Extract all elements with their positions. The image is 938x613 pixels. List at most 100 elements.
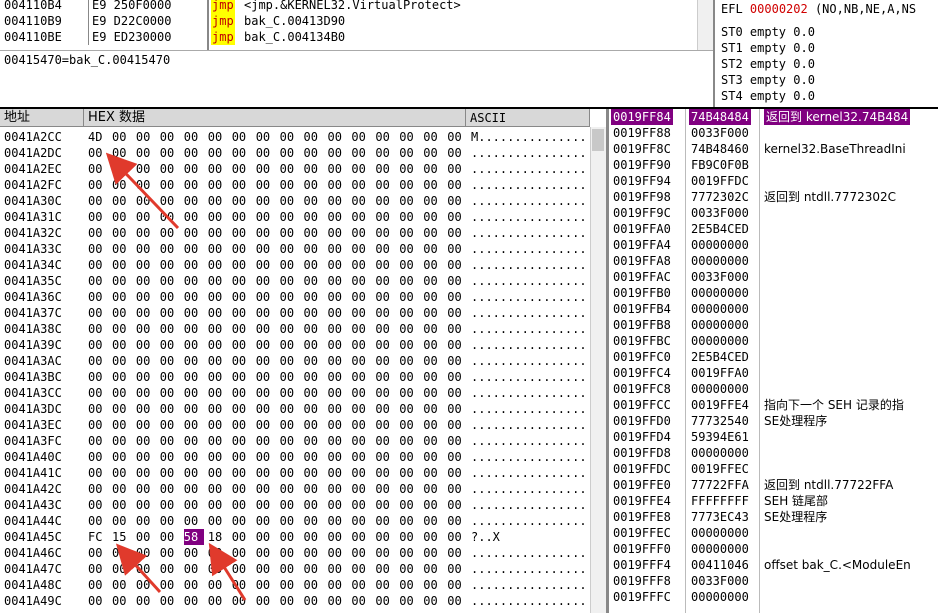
dump-byte[interactable]: 00 [304,449,324,465]
dump-byte[interactable]: 00 [112,145,132,161]
dump-byte[interactable]: 00 [375,161,395,177]
dump-byte[interactable]: 00 [423,481,443,497]
dump-byte[interactable]: 00 [328,577,348,593]
dump-byte[interactable]: 00 [399,577,419,593]
st4-register[interactable]: ST4 empty 0.0 [721,88,815,104]
dump-byte[interactable]: 00 [256,209,276,225]
stack-row[interactable]: 0019FFDC 0019FFEC [609,461,938,477]
dump-byte[interactable]: 00 [208,449,228,465]
dump-byte[interactable]: 00 [423,401,443,417]
dump-byte[interactable]: 00 [232,177,252,193]
dump-byte[interactable]: 00 [351,273,371,289]
stack-row[interactable]: 0019FFC8 00000000 [609,381,938,397]
dump-byte[interactable]: 00 [447,417,467,433]
dump-byte[interactable]: 00 [232,353,252,369]
dump-byte[interactable]: 00 [136,401,156,417]
dump-byte[interactable]: 00 [423,369,443,385]
dump-byte[interactable]: 00 [232,497,252,513]
stack-row[interactable]: 0019FF90 FB9C0F0B [609,157,938,173]
dump-byte[interactable]: 00 [351,337,371,353]
dump-byte[interactable]: 00 [184,273,204,289]
dump-byte[interactable]: 00 [328,353,348,369]
dump-byte[interactable]: 00 [136,561,156,577]
dump-byte[interactable]: 00 [328,145,348,161]
dump-byte[interactable]: 00 [351,289,371,305]
dump-byte[interactable]: 00 [375,241,395,257]
dump-byte[interactable]: 00 [256,401,276,417]
dump-address[interactable]: 0041A36C [4,289,62,305]
dump-byte[interactable]: 00 [351,385,371,401]
dump-byte[interactable]: 00 [88,545,108,561]
dump-byte[interactable]: 00 [208,577,228,593]
dump-byte[interactable]: 00 [399,353,419,369]
dump-scrollbar-thumb[interactable] [592,129,604,151]
dump-byte[interactable]: 00 [232,225,252,241]
dump-row[interactable]: 0041A2FC 00 00 00 00 00 00 00 00 00 00 00 00 00 00 00 00… [0,177,590,193]
dump-byte[interactable]: 00 [304,481,324,497]
dump-byte[interactable]: 00 [184,385,204,401]
dump-byte[interactable]: 00 [136,273,156,289]
stack-row[interactable]: 0019FFB0 00000000 [609,285,938,301]
dump-byte[interactable]: 00 [375,561,395,577]
dump-ascii[interactable]: ................ [471,401,587,417]
dump-byte[interactable]: 00 [160,145,180,161]
dump-byte[interactable]: 00 [184,129,204,145]
dump-byte[interactable]: 00 [160,545,180,561]
dump-byte[interactable]: 00 [232,289,252,305]
dump-byte[interactable]: 00 [112,417,132,433]
dump-byte[interactable]: 00 [328,497,348,513]
dump-byte[interactable]: 00 [160,369,180,385]
st0-register[interactable]: ST0 empty 0.0 [721,24,815,40]
dump-byte[interactable]: 00 [232,337,252,353]
dump-byte[interactable]: 00 [88,577,108,593]
disassembly-scrollbar[interactable] [697,0,714,50]
dump-byte[interactable]: 00 [88,449,108,465]
dump-byte[interactable]: 00 [160,289,180,305]
dump-ascii[interactable]: ................ [471,545,587,561]
disassembly-pane[interactable]: 004110B4 E9 250F0000 jmp <jmp.&KERNEL32.Vir… [0,0,713,50]
dump-ascii[interactable]: ................ [471,449,587,465]
dump-byte[interactable]: 00 [232,561,252,577]
dump-byte[interactable]: 00 [280,385,300,401]
dump-byte[interactable]: 00 [447,481,467,497]
dump-byte[interactable]: 00 [423,497,443,513]
dump-byte[interactable]: 00 [399,369,419,385]
dump-byte[interactable]: 00 [112,321,132,337]
disasm-row[interactable]: 004110B9 E9 D22C0000 jmp bak_C.00413D90 [0,13,697,29]
dump-byte[interactable]: 00 [88,321,108,337]
dump-ascii[interactable]: ................ [471,369,587,385]
dump-row[interactable]: 0041A44C 00 00 00 00 00 00 00 00 00 00 00 00 00 00 00 00… [0,513,590,529]
dump-ascii[interactable]: ................ [471,481,587,497]
dump-address[interactable]: 0041A37C [4,305,62,321]
dump-ascii[interactable]: ................ [471,145,587,161]
dump-byte[interactable]: 00 [232,545,252,561]
dump-byte[interactable]: 00 [447,321,467,337]
dump-ascii[interactable]: ................ [471,225,587,241]
dump-byte[interactable]: 00 [304,513,324,529]
dump-byte[interactable]: 00 [304,177,324,193]
dump-byte[interactable]: 00 [447,529,467,545]
dump-byte[interactable]: 00 [328,241,348,257]
stack-row[interactable]: 0019FF9C 0033F000 [609,205,938,221]
dump-byte[interactable]: 00 [136,305,156,321]
dump-byte[interactable]: 00 [351,225,371,241]
dump-byte[interactable]: 00 [256,129,276,145]
dump-byte[interactable]: 00 [256,561,276,577]
dump-byte[interactable]: 00 [232,401,252,417]
dump-byte[interactable]: 00 [184,369,204,385]
dump-byte[interactable]: 00 [232,513,252,529]
dump-byte[interactable]: 00 [160,481,180,497]
dump-byte[interactable]: 00 [184,593,204,609]
dump-byte[interactable]: 00 [208,241,228,257]
dump-byte[interactable]: 00 [304,273,324,289]
dump-byte[interactable]: 00 [256,225,276,241]
dump-byte[interactable]: 00 [423,465,443,481]
dump-address[interactable]: 0041A3AC [4,353,62,369]
efl-value[interactable]: 00000202 [750,2,808,16]
dump-byte[interactable]: 00 [399,257,419,273]
dump-byte[interactable]: 00 [304,321,324,337]
dump-byte[interactable]: 00 [280,577,300,593]
dump-byte[interactable]: 00 [399,177,419,193]
dump-byte[interactable]: 00 [399,145,419,161]
stack-row[interactable]: 0019FFCC 0019FFE4 指向下一个 SEH 记录的指 [609,397,938,413]
